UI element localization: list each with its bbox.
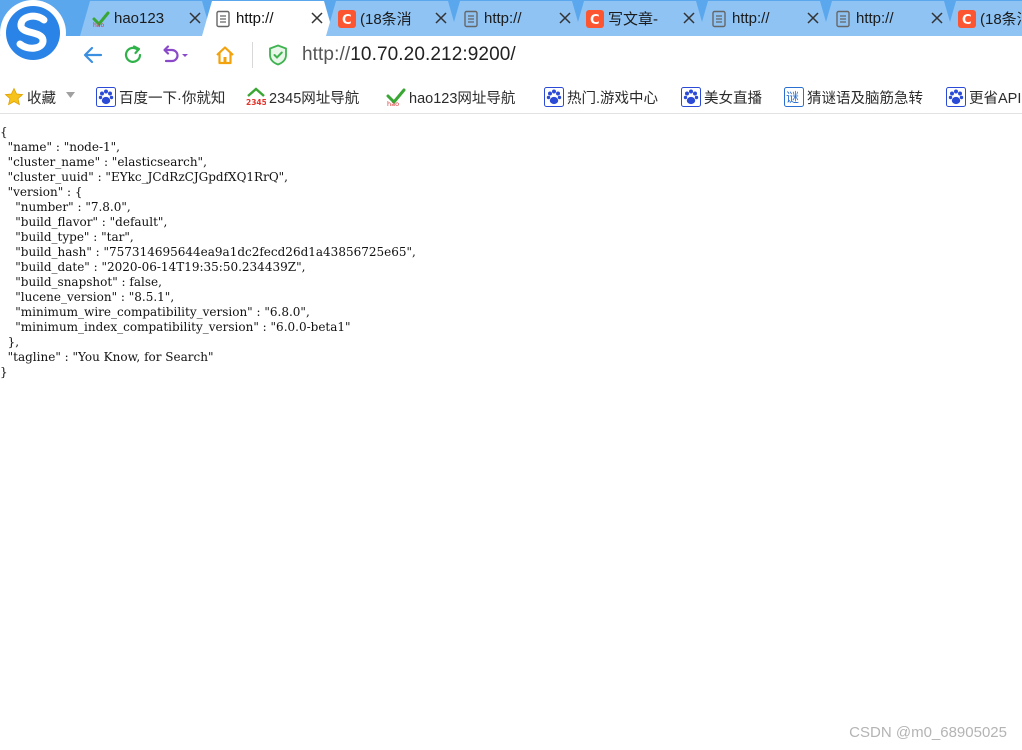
bookmark-item-6[interactable]: 更省API [946,86,1021,108]
bookmark-item-1[interactable]: 2345 2345网址导航 [246,86,359,108]
tab-title: http:// [856,10,894,27]
undo-close-icon[interactable] [160,44,190,66]
json-line: "minimum_index_compatibility_version" : … [0,320,351,334]
svg-text:谜: 谜 [786,91,799,106]
json-line: "build_type" : "tar", [0,230,134,244]
json-line: "cluster_uuid" : "EYkc_JCdRzCJGpdfXQ1RrQ… [0,170,288,184]
json-line: "version" : { [0,185,83,199]
svg-text:C: C [342,13,352,28]
json-line: } [0,365,8,379]
bookmark-label: 更省API [969,90,1022,107]
tab-title: 写文章- [608,11,658,28]
json-line: "build_snapshot" : false, [0,275,162,289]
json-line: "name" : "node-1", [0,140,120,154]
toolbar-divider [252,42,253,68]
baidu-paw-icon [681,87,701,107]
close-icon[interactable] [188,11,202,25]
home-icon[interactable] [214,44,236,66]
bookmarks-bar: 收藏 百度一下·你就知 2345 2345网址导航 hao hao123网址导航 [0,80,1022,114]
svg-text:2345: 2345 [246,98,266,107]
close-icon[interactable] [806,11,820,25]
url-host: 10.70.20.212:9200/ [350,44,516,65]
bookmark-label: 收藏 [27,90,56,107]
navigation-toolbar: http://10.70.20.212:9200/ [0,36,1022,74]
tab-title: http:// [484,10,522,27]
tab-title: (18条消 [980,11,1022,28]
close-icon[interactable] [310,11,324,25]
csdn-icon: C [338,10,356,28]
json-line: "cluster_name" : "elasticsearch", [0,155,207,169]
2345-icon: 2345 [246,87,266,107]
bookmark-label: 百度一下·你就知 [119,90,226,107]
tab-strip: hao hao123 http:// C (18条消 http:// C 写文章… [0,0,1022,66]
tab-title: http:// [732,10,770,27]
bookmark-favorites[interactable]: 收藏 [4,86,56,108]
tab-0[interactable]: hao hao123 [80,1,212,36]
bookmark-label: hao123网址导航 [409,90,516,107]
json-line: }, [0,335,20,349]
csdn-icon: C [958,10,976,28]
csdn-icon: C [586,10,604,28]
tab-6[interactable]: http:// [822,1,954,36]
page-content: { "name" : "node-1", "cluster_name" : "e… [0,117,1022,750]
tab-7[interactable]: C (18条消 [946,1,1022,36]
svg-text:hao: hao [387,100,399,107]
star-icon [4,87,24,106]
svg-text:C: C [962,13,972,28]
hao123-icon: hao [386,88,406,107]
json-line: "build_hash" : "757314695644ea9a1dc2fecd… [0,245,416,259]
url-text[interactable]: http://10.70.20.212:9200/ [302,44,516,66]
json-line: "tagline" : "You Know, for Search" [0,350,214,364]
page-icon [712,10,726,28]
back-arrow-icon[interactable] [82,44,104,66]
bookmark-item-4[interactable]: 美女直播 [681,86,762,108]
json-line: { [0,125,8,139]
tab-1-active[interactable]: http:// [202,1,334,36]
refresh-icon[interactable] [122,44,144,66]
json-line: "build_flavor" : "default", [0,215,168,229]
close-icon[interactable] [558,11,572,25]
json-line: "minimum_wire_compatibility_version" : "… [0,305,310,319]
tab-5[interactable]: http:// [698,1,830,36]
bookmark-item-5[interactable]: 谜 猜谜语及脑筋急转 [784,86,923,108]
tab-4[interactable]: C 写文章- [574,1,706,36]
security-shield-icon[interactable] [268,44,288,66]
bookmark-item-3[interactable]: 热门.游戏中心 [544,86,658,108]
sogou-browser-logo[interactable] [0,0,70,70]
bookmark-label: 2345网址导航 [269,90,360,107]
close-icon[interactable] [434,11,448,25]
tab-3[interactable]: http:// [450,1,582,36]
json-line: "number" : "7.8.0", [0,200,131,214]
close-icon[interactable] [930,11,944,25]
json-response: { "name" : "node-1", "cluster_name" : "e… [0,125,416,380]
json-line: "build_date" : "2020-06-14T19:35:50.2344… [0,260,306,274]
tab-title: hao123 [114,10,165,27]
svg-text:hao: hao [93,22,104,28]
bookmark-label: 热门.游戏中心 [567,90,659,107]
bookmark-item-0[interactable]: 百度一下·你就知 [96,86,225,108]
bookmark-label: 猜谜语及脑筋急转 [807,90,923,107]
address-bar[interactable]: http://10.70.20.212:9200/ [268,42,516,68]
json-line: "lucene_version" : "8.5.1", [0,290,175,304]
baidu-paw-icon [96,87,116,107]
hao123-icon: hao [92,11,110,28]
tab-title: http:// [236,10,274,27]
chevron-down-icon[interactable] [66,92,75,98]
csdn-watermark: CSDN @m0_68905025 [849,724,1007,741]
baidu-paw-icon [544,87,564,107]
baidu-paw-icon [946,87,966,107]
page-icon [836,10,850,28]
close-icon[interactable] [682,11,696,25]
page-icon [216,10,230,28]
bookmark-label: 美女直播 [704,90,762,107]
bookmark-item-2[interactable]: hao hao123网址导航 [386,86,515,108]
svg-text:C: C [590,13,600,28]
riddle-icon: 谜 [784,87,804,107]
url-scheme: http:// [302,44,351,65]
tab-2[interactable]: C (18条消 [326,1,458,36]
tab-title: (18条消 [360,11,412,28]
page-icon [464,10,478,28]
